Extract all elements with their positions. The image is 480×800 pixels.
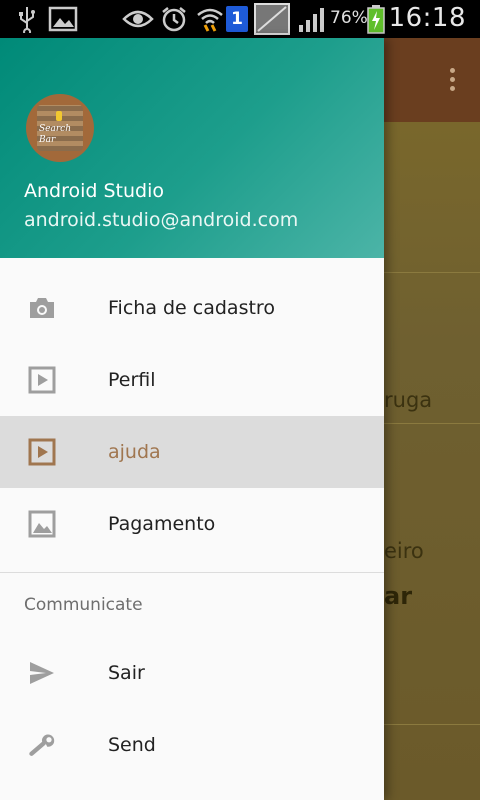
bg-text-fragment: eiro xyxy=(384,539,424,563)
usb-icon xyxy=(14,4,40,34)
wifi-icon xyxy=(196,4,224,34)
wrench-icon xyxy=(28,731,56,759)
avatar[interactable]: Search Bar xyxy=(26,94,94,162)
menu-item-label: Ficha de cadastro xyxy=(108,297,275,319)
gallery-icon xyxy=(48,4,78,34)
menu-item-label: ajuda xyxy=(108,441,161,463)
menu-item-label: Pagamento xyxy=(108,513,216,535)
no-signal-icon xyxy=(254,3,290,35)
send-icon xyxy=(28,659,56,687)
search-bar-logo-icon: Search Bar xyxy=(37,105,83,151)
user-name: Android Studio xyxy=(24,180,165,202)
menu-item-ajuda[interactable]: ajuda xyxy=(0,416,384,488)
user-email: android.studio@android.com xyxy=(24,209,299,231)
battery-charging-icon xyxy=(366,4,386,34)
divider xyxy=(384,423,480,424)
bg-text-fragment: ruga xyxy=(384,388,433,412)
drawer-menu: Ficha de cadastro Perfil ajuda Pagamento… xyxy=(0,272,384,781)
bg-text-fragment: ar xyxy=(384,582,413,610)
navigation-drawer: Search Bar Android Studio android.studio… xyxy=(0,38,384,800)
camera-icon xyxy=(28,294,56,322)
divider xyxy=(384,272,480,273)
drawer-header: Search Bar Android Studio android.studio… xyxy=(0,38,384,258)
status-bar: 1 76% 16:18 xyxy=(0,0,480,38)
menu-item-label: Sair xyxy=(108,662,145,684)
avatar-text: Bar xyxy=(39,135,56,145)
menu-item-label: Perfil xyxy=(108,369,156,391)
sim-icon: 1 xyxy=(226,4,248,34)
menu-item-ficha-de-cadastro[interactable]: Ficha de cadastro xyxy=(0,272,384,344)
alarm-icon xyxy=(160,4,188,34)
avatar-text: Search xyxy=(39,124,71,134)
battery-percent: 76% xyxy=(330,8,368,28)
menu-item-label: Send xyxy=(108,734,156,756)
menu-item-perfil[interactable]: Perfil xyxy=(0,344,384,416)
menu-item-send[interactable]: Send xyxy=(0,709,384,781)
image-icon xyxy=(28,510,56,538)
slideshow-icon xyxy=(28,438,56,466)
eye-icon xyxy=(122,4,154,34)
menu-item-pagamento[interactable]: Pagamento xyxy=(0,488,384,560)
overflow-menu-icon[interactable] xyxy=(448,68,456,96)
signal-icon xyxy=(298,4,328,34)
menu-item-sair[interactable]: Sair xyxy=(0,637,384,709)
section-title: Communicate xyxy=(24,595,143,615)
clock: 16:18 xyxy=(388,3,466,33)
slideshow-icon xyxy=(28,366,56,394)
divider xyxy=(384,724,480,725)
